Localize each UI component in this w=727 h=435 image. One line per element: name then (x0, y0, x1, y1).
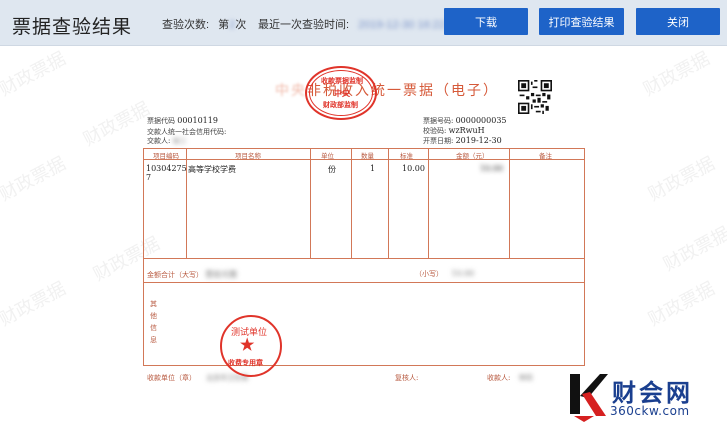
check-code: 校验码: wzRwuH (423, 126, 485, 135)
reviewer: 复核人: (395, 374, 419, 382)
col-header-code: 项目编码 (153, 152, 179, 160)
last-check-time: 最近一次查验时间: 2019-12-30 16:22:51 (258, 19, 461, 31)
items-table (143, 148, 585, 366)
site-logo-icon (570, 374, 608, 422)
col-header-amount: 金额（元） (456, 152, 489, 160)
payee-unit: 收款单位（章） 北京市卫生局 (147, 374, 249, 382)
site-logo-text: 财会网 (612, 379, 693, 407)
invoice-document: 中央非税收入统一票据（电子） 票据代码 00010119 交款人统一社会信用代码… (125, 66, 605, 390)
payer-name: 交款人: 张三 (147, 137, 187, 145)
invoice-code: 票据代码 00010119 (147, 116, 218, 125)
issue-date: 开票日期: 2019-12-30 (423, 136, 502, 145)
star-icon: ★ (240, 335, 255, 354)
col-header-note: 备注 (539, 152, 552, 160)
print-result-button[interactable]: 打印查验结果 (539, 8, 624, 35)
col-header-unit: 单位 (321, 152, 334, 160)
total-lowercase: （小写） 10.00 (415, 269, 475, 278)
col-header-qty: 数量 (361, 152, 374, 160)
payee-person: 收款人: 李四 (487, 374, 533, 382)
close-button[interactable]: 关闭 (636, 8, 720, 35)
download-button[interactable]: 下载 (444, 8, 528, 35)
site-logo-url: 360ckw.com (610, 404, 690, 418)
header-bar: 票据查验结果 查验次数: 第2次 最近一次查验时间: 2019-12-30 16… (0, 0, 727, 46)
item-name: 高等学校学费 (188, 165, 236, 174)
page-title: 票据查验结果 (12, 17, 133, 38)
check-count: 查验次数: 第2次 (162, 19, 247, 31)
qr-code-icon (518, 80, 552, 114)
item-amount: 10.00 (480, 164, 503, 173)
invoice-number: 票据号码: 0000000035 (423, 116, 507, 125)
item-unit: 份 (328, 165, 336, 174)
col-header-std: 标准 (400, 152, 413, 160)
total-uppercase: 金额合计（大写） 壹拾元整 (147, 270, 238, 279)
item-qty: 1 (370, 164, 376, 173)
col-header-name: 项目名称 (235, 152, 261, 160)
other-info-label: 其 他 信 息 (150, 300, 157, 344)
item-code: 10304275 7 (146, 164, 187, 182)
item-std: 10.00 (402, 164, 425, 173)
